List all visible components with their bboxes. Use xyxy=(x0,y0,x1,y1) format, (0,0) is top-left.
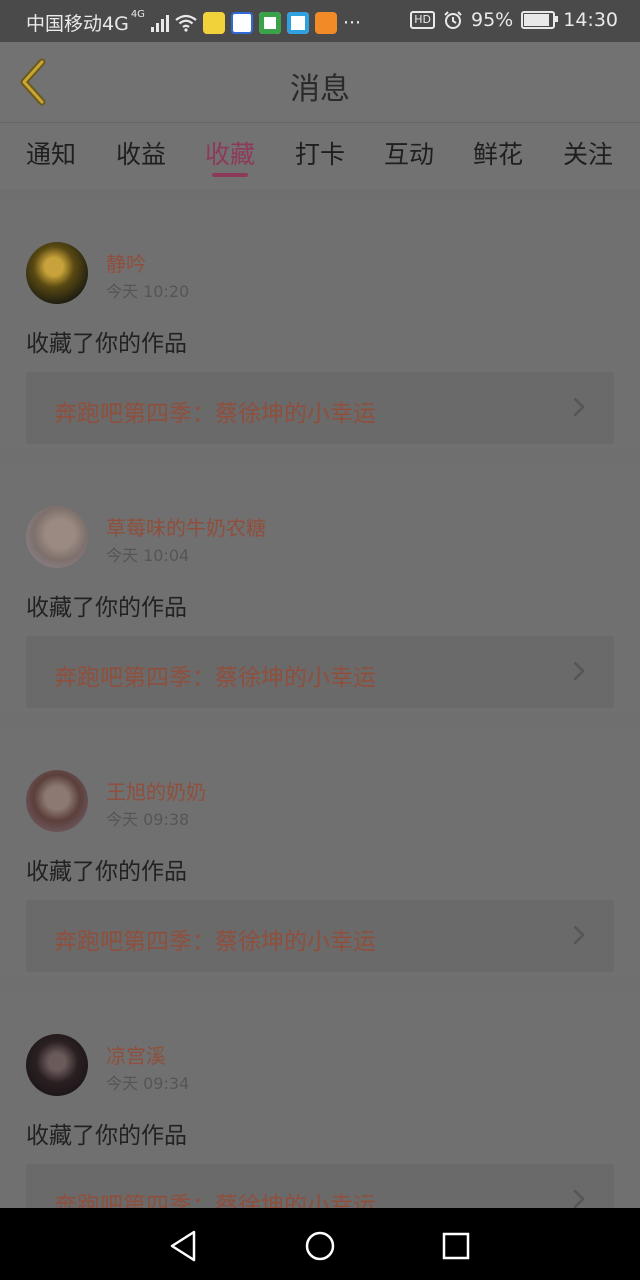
app-ring-icon xyxy=(258,11,281,34)
work-link[interactable]: 奔跑吧第四季：蔡徐坤的小幸运 xyxy=(26,1164,614,1208)
battery-percent: 95% xyxy=(471,9,514,31)
message-text: 收藏了你的作品 xyxy=(26,1123,187,1149)
tab-flowers[interactable]: 鲜花 xyxy=(473,135,523,171)
tab-following[interactable]: 关注 xyxy=(563,135,613,171)
work-title: 奔跑吧第四季：蔡徐坤的小幸运 xyxy=(54,929,376,955)
home-circle-icon[interactable] xyxy=(300,1226,340,1266)
baidu-paw-icon xyxy=(230,11,253,34)
list-item: 王旭的奶奶 今天 09:38 收藏了你的作品 奔跑吧第四季：蔡徐坤的小幸运 xyxy=(0,728,640,978)
message-text: 收藏了你的作品 xyxy=(26,859,187,885)
message-time: 今天 10:04 xyxy=(106,546,190,565)
wifi-icon xyxy=(175,14,197,32)
more-notifications-icon: ··· xyxy=(342,11,362,34)
message-list: 静吟 今天 10:20 收藏了你的作品 奔跑吧第四季：蔡徐坤的小幸运 草莓味的牛… xyxy=(0,188,640,1208)
list-item: 静吟 今天 10:20 收藏了你的作品 奔跑吧第四季：蔡徐坤的小幸运 xyxy=(0,200,640,450)
work-link[interactable]: 奔跑吧第四季：蔡徐坤的小幸运 xyxy=(26,636,614,708)
tab-earnings[interactable]: 收益 xyxy=(116,135,166,171)
status-bar: 中国移动4G 4G ··· HD 95% 14:30 xyxy=(0,0,640,42)
work-title: 奔跑吧第四季：蔡徐坤的小幸运 xyxy=(54,665,376,691)
message-time: 今天 09:34 xyxy=(106,1074,190,1093)
message-text: 收藏了你的作品 xyxy=(26,331,187,357)
list-item: 凉宫溪 今天 09:34 收藏了你的作品 奔跑吧第四季：蔡徐坤的小幸运 xyxy=(0,992,640,1208)
avatar[interactable] xyxy=(26,770,88,832)
username[interactable]: 王旭的奶奶 xyxy=(106,776,206,805)
clock: 14:30 xyxy=(563,9,618,31)
work-link[interactable]: 奔跑吧第四季：蔡徐坤的小幸运 xyxy=(26,372,614,444)
chevron-right-icon xyxy=(573,661,585,681)
avatar[interactable] xyxy=(26,242,88,304)
carrier-label: 中国移动4G xyxy=(26,13,129,35)
chevron-right-icon xyxy=(573,1189,585,1208)
tab-notifications[interactable]: 通知 xyxy=(26,135,76,171)
username[interactable]: 凉宫溪 xyxy=(106,1040,166,1069)
page-title: 消息 xyxy=(290,72,350,107)
tab-checkin[interactable]: 打卡 xyxy=(295,135,345,171)
avatar[interactable] xyxy=(26,1034,88,1096)
work-title: 奔跑吧第四季：蔡徐坤的小幸运 xyxy=(54,401,376,427)
message-text: 收藏了你的作品 xyxy=(26,595,187,621)
username[interactable]: 静吟 xyxy=(106,248,146,277)
list-item: 草莓味的牛奶农糖 今天 10:04 收藏了你的作品 奔跑吧第四季：蔡徐坤的小幸运 xyxy=(0,464,640,714)
app-notification-icon xyxy=(202,11,225,34)
app-header: 消息 xyxy=(0,42,640,122)
work-title: 奔跑吧第四季：蔡徐坤的小幸运 xyxy=(54,1193,376,1208)
work-link[interactable]: 奔跑吧第四季：蔡徐坤的小幸运 xyxy=(26,900,614,972)
system-nav-bar xyxy=(0,1208,640,1280)
message-time: 今天 09:38 xyxy=(106,810,190,829)
network-type: 4G xyxy=(130,9,145,20)
avatar[interactable] xyxy=(26,506,88,568)
tab-favorites[interactable]: 收藏 xyxy=(205,135,255,171)
chevron-right-icon xyxy=(573,397,585,417)
back-triangle-icon[interactable] xyxy=(164,1226,204,1266)
uc-browser-icon xyxy=(314,11,337,34)
alarm-icon xyxy=(444,11,462,29)
hd-badge: HD xyxy=(410,11,435,29)
recents-square-icon[interactable] xyxy=(436,1226,476,1266)
username[interactable]: 草莓味的牛奶农糖 xyxy=(106,512,266,541)
signal-icon xyxy=(150,14,169,32)
browser-icon xyxy=(286,11,309,34)
battery-icon xyxy=(521,11,559,29)
chevron-right-icon xyxy=(573,925,585,945)
active-tab-indicator xyxy=(212,173,248,177)
tab-interaction[interactable]: 互动 xyxy=(384,135,434,171)
message-time: 今天 10:20 xyxy=(106,282,190,301)
tab-bar: 通知 收益 收藏 打卡 互动 鲜花 关注 xyxy=(0,122,640,189)
